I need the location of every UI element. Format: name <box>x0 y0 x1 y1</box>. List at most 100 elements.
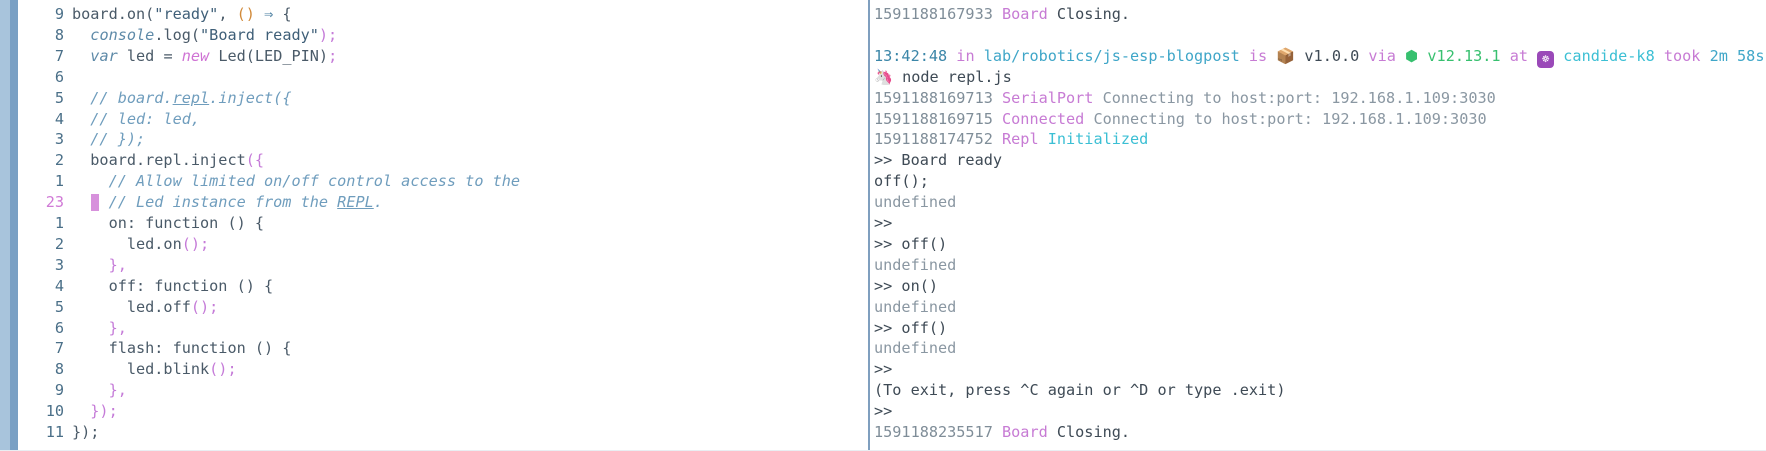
code-line[interactable]: 6 <box>18 67 868 88</box>
code-line[interactable]: 5 led.off(); <box>18 297 868 318</box>
terminal-text: 1591188167933 <box>874 5 1003 23</box>
terminal-text: Connecting to host:port: 192.168.1.109:3… <box>1093 88 1496 107</box>
terminal-text: Initialized <box>1038 130 1149 149</box>
code-line[interactable]: 8 led.blink(); <box>18 359 868 380</box>
code-token: () <box>236 5 255 23</box>
code-line[interactable]: 3 }, <box>18 255 868 276</box>
code-token: }, <box>72 318 127 337</box>
terminal-text: Closing. <box>1047 423 1131 441</box>
code-line[interactable]: 4 off: function () { <box>18 276 868 297</box>
code-line[interactable]: 9 }, <box>18 380 868 401</box>
code-line[interactable]: 8 console.log("Board ready"); <box>18 25 868 46</box>
code-text: }, <box>72 255 127 276</box>
code-line[interactable]: 3 // }); <box>18 129 868 150</box>
code-text: // led: led, <box>72 109 200 130</box>
code-line[interactable]: 9 board.on("ready", () ⇒ { <box>18 4 868 25</box>
code-line[interactable]: 6 }, <box>18 318 868 339</box>
line-number: 5 <box>54 88 64 107</box>
terminal-line: undefined <box>874 338 1766 359</box>
code-token: { <box>273 5 292 23</box>
code-text: off: function () { <box>72 276 274 297</box>
code-text: // Allow limited on/off control access t… <box>72 171 520 192</box>
code-line[interactable]: 2 board.repl.inject({ <box>18 150 868 171</box>
code-text: }); <box>72 401 118 422</box>
code-token: (); <box>181 234 210 253</box>
code-token: // }); <box>72 130 146 149</box>
terminal-line: off(); <box>874 171 1766 192</box>
terminal-text: 13:42:48 <box>874 46 948 65</box>
code-token: (); <box>190 297 219 316</box>
code-line[interactable]: 23 // Led instance from the REPL. <box>18 192 868 213</box>
pane-divider[interactable] <box>868 0 870 451</box>
terminal-line: 🦄 node repl.js <box>874 67 1766 88</box>
code-token: // board. <box>72 88 173 107</box>
line-number: 2 <box>54 234 64 253</box>
code-line[interactable]: 1 // Allow limited on/off control access… <box>18 171 868 192</box>
terminal-text: v1.0.0 <box>1295 46 1360 65</box>
code-line[interactable]: 11}); <box>18 422 868 443</box>
code-line[interactable]: 7 var led = new Led(LED_PIN); <box>18 46 868 67</box>
code-line[interactable]: 4 // led: led, <box>18 109 868 130</box>
line-number: 8 <box>54 25 64 44</box>
terminal-text: >> off() <box>874 318 948 337</box>
terminal-line: 1591188167933 Board Closing. <box>874 4 1766 25</box>
terminal-line: >> <box>874 213 1766 234</box>
code-token: }, <box>72 381 127 400</box>
terminal-text: took <box>1654 46 1710 65</box>
terminal-line: 1591188174752 Repl Initialized <box>874 129 1766 150</box>
terminal-line: 13:42:48 in lab/robotics/js-esp-blogpost… <box>874 46 1766 68</box>
code-text: // Led instance from the REPL. <box>72 192 383 213</box>
line-number: 3 <box>54 255 64 274</box>
code-line[interactable]: 1 on: function () { <box>18 213 868 234</box>
line-number: 1 <box>54 172 64 191</box>
terminal-text: 1591188235517 <box>874 423 1003 441</box>
terminal-text: via <box>1359 46 1405 65</box>
code-line[interactable]: 2 led.on(); <box>18 234 868 255</box>
code-token: }); <box>72 402 118 421</box>
code-token: (); <box>209 360 237 379</box>
terminal-text: Closing. <box>1047 5 1131 23</box>
terminal-text: 1591188169713 <box>874 88 1003 107</box>
terminal-line: >> Board ready <box>874 150 1766 171</box>
line-number: 9 <box>54 381 64 400</box>
code-text: console.log("Board ready"); <box>72 25 337 46</box>
code-token: console <box>90 25 155 44</box>
window-edge-left <box>0 0 10 451</box>
code-text: }, <box>72 318 127 339</box>
code-line[interactable]: 5 // board.repl.inject({ <box>18 88 868 109</box>
code-token: REPL <box>337 193 374 212</box>
code-token: .log( <box>154 25 201 44</box>
terminal-line: >> off() <box>874 234 1766 255</box>
code-token: var <box>90 46 118 65</box>
code-token: "ready" <box>154 5 219 23</box>
terminal-line: 1591188169715 Connected Connecting to ho… <box>874 109 1766 130</box>
terminal-text: undefined <box>874 193 957 212</box>
code-text: }, <box>72 380 127 401</box>
code-token: ); <box>318 25 338 44</box>
terminal-text: undefined <box>874 255 957 274</box>
code-token: board.on( <box>72 5 155 23</box>
terminal-text: v12.13.1 <box>1418 46 1501 65</box>
code-token: "Board ready" <box>200 25 319 44</box>
terminal-text: Connected <box>1002 109 1085 128</box>
terminal-pane[interactable]: 1591188167933 Board Closing. 13:42:48 in … <box>874 0 1766 451</box>
terminal-line: >> off() <box>874 318 1766 339</box>
code-token: // Allow limited on/off control access t… <box>72 172 521 191</box>
code-token: }, <box>72 255 127 274</box>
code-line[interactable]: 10 }); <box>18 401 868 422</box>
code-token: led = <box>117 46 182 65</box>
code-token: ; <box>328 46 338 65</box>
terminal-text: >> <box>874 402 893 421</box>
code-line[interactable]: 7 flash: function () { <box>18 338 868 359</box>
terminal-text: in <box>947 46 984 65</box>
line-number: 6 <box>54 318 64 337</box>
code-text: board.repl.inject({ <box>72 150 264 171</box>
code-token: .inject({ <box>209 88 292 107</box>
code-token: // Led instance from the <box>72 193 338 212</box>
terminal-line: >> on() <box>874 276 1766 297</box>
code-editor-pane[interactable]: 9 board.on("ready", () ⇒ {8 console.log("… <box>18 0 868 451</box>
